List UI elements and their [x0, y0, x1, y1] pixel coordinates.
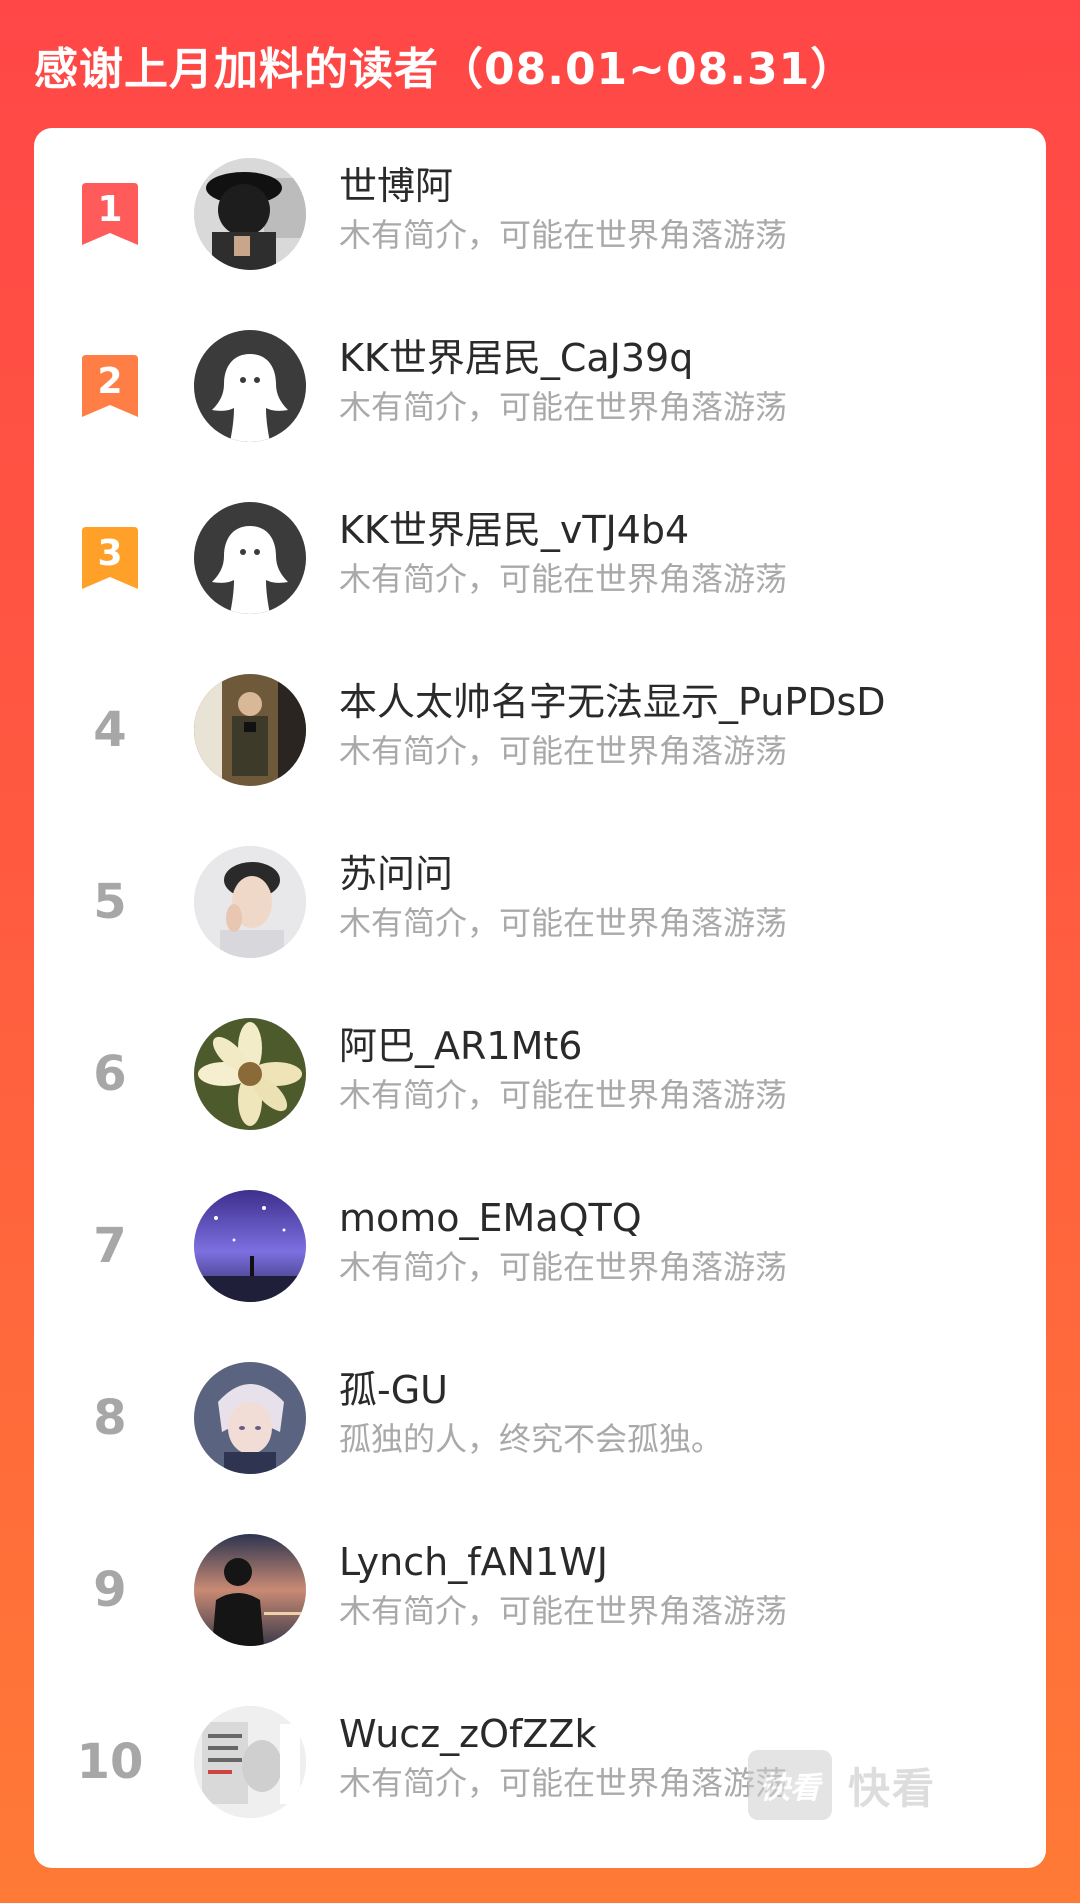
- avatar[interactable]: [194, 1362, 306, 1474]
- reader-name: momo_EMaQTQ: [339, 1196, 642, 1240]
- list-item[interactable]: 8 孤-GU 孤独的人，终究不会孤独。: [34, 1332, 1046, 1504]
- reader-bio: 木有简介，可能在世界角落游荡: [339, 1248, 788, 1286]
- list-item[interactable]: 9 Lynch_fAN1WJ 木有简介，可能在世界角落游荡: [34, 1504, 1046, 1676]
- rank-number: 7: [93, 1218, 127, 1274]
- avatar[interactable]: [194, 330, 306, 442]
- reader-bio: 木有简介，可能在世界角落游荡: [339, 216, 788, 254]
- rank-badge-2: 2: [82, 355, 138, 417]
- rank-number: 5: [93, 874, 127, 930]
- rank-badge-1: 1: [82, 183, 138, 245]
- anime-character-avatar-icon: [194, 1362, 306, 1474]
- list-item[interactable]: 5 苏问问 木有简介，可能在世界角落游荡: [34, 816, 1046, 988]
- reader-name: 孤-GU: [339, 1368, 448, 1412]
- photo-black-hat-avatar-icon: [194, 158, 306, 270]
- list-item[interactable]: 3 KK世界居民_vTJ4b4 木有简介，可能在世界角落游荡: [34, 472, 1046, 644]
- rank-number: 8: [93, 1390, 127, 1446]
- list-item[interactable]: 6 阿巴_AR1Mt6 木有简介，可能在世界角落游荡: [34, 988, 1046, 1160]
- reader-name: Wucz_zOfZZk: [339, 1712, 597, 1756]
- rank-number: 2: [97, 361, 123, 402]
- list-item[interactable]: 2 KK世界居民_CaJ39q 木有简介，可能在世界角落游荡: [34, 300, 1046, 472]
- reader-name: 世博阿: [339, 164, 454, 208]
- photo-silhouette-sunset-avatar-icon: [194, 1534, 306, 1646]
- reader-name: 本人太帅名字无法显示_PuPDsD: [339, 680, 886, 724]
- rank-badge-3: 3: [82, 527, 138, 589]
- rank-number: 4: [93, 702, 127, 758]
- photo-mirror-selfie-avatar-icon: [194, 674, 306, 786]
- reader-name: 苏问问: [339, 852, 454, 896]
- avatar[interactable]: [194, 1534, 306, 1646]
- default-ghost-avatar-icon: [194, 502, 306, 614]
- rank-number: 1: [97, 189, 123, 230]
- reader-bio: 木有简介，可能在世界角落游荡: [339, 388, 788, 426]
- list-item[interactable]: 7 momo_EMaQTQ 木有简介，可能在世界角落游荡: [34, 1160, 1046, 1332]
- rank-number: 10: [76, 1734, 144, 1790]
- rank-number: 3: [97, 533, 123, 574]
- reader-bio: 孤独的人，终究不会孤独。: [339, 1420, 724, 1458]
- avatar[interactable]: [194, 1706, 306, 1818]
- default-ghost-avatar-icon: [194, 330, 306, 442]
- meme-sticker-avatar-icon: [194, 1706, 306, 1818]
- reader-bio: 木有简介，可能在世界角落游荡: [339, 1076, 788, 1114]
- avatar[interactable]: [194, 846, 306, 958]
- reader-bio: 木有简介，可能在世界角落游荡: [339, 732, 788, 770]
- reader-name: Lynch_fAN1WJ: [339, 1540, 608, 1584]
- rank-number: 9: [93, 1562, 127, 1618]
- kuaikan-logo-icon: 快看: [747, 1750, 832, 1820]
- rank-number: 6: [93, 1046, 127, 1102]
- reader-bio: 木有简介，可能在世界角落游荡: [339, 904, 788, 942]
- reader-name: 阿巴_AR1Mt6: [339, 1024, 583, 1068]
- avatar[interactable]: [194, 502, 306, 614]
- reader-bio: 木有简介，可能在世界角落游荡: [339, 1592, 788, 1630]
- avatar[interactable]: [194, 1190, 306, 1302]
- avatar[interactable]: [194, 158, 306, 270]
- reader-ranking-list: 1 世博阿 木有简介，可能在世界角落游荡 2 KK世界居民_CaJ39q 木有简…: [34, 128, 1046, 1868]
- page-title: 感谢上月加料的读者（08.01~08.31）: [34, 44, 856, 95]
- list-item[interactable]: 1 世博阿 木有简介，可能在世界角落游荡: [34, 128, 1046, 300]
- avatar[interactable]: [194, 674, 306, 786]
- photo-portrait-avatar-icon: [194, 846, 306, 958]
- illustration-night-sky-avatar-icon: [194, 1190, 306, 1302]
- reader-bio: 木有简介，可能在世界角落游荡: [339, 560, 788, 598]
- photo-flower-avatar-icon: [194, 1018, 306, 1130]
- reader-name: KK世界居民_CaJ39q: [339, 336, 694, 380]
- watermark-label: 快看: [847, 1763, 936, 1813]
- avatar[interactable]: [194, 1018, 306, 1130]
- kuaikan-watermark: 快看 快看: [747, 1750, 936, 1820]
- reader-bio: 木有简介，可能在世界角落游荡: [339, 1764, 788, 1802]
- reader-name: KK世界居民_vTJ4b4: [339, 508, 690, 552]
- list-item[interactable]: 4 本人太帅名字无法显示_PuPDsD 木有简介，可能在世界角落游荡: [34, 644, 1046, 816]
